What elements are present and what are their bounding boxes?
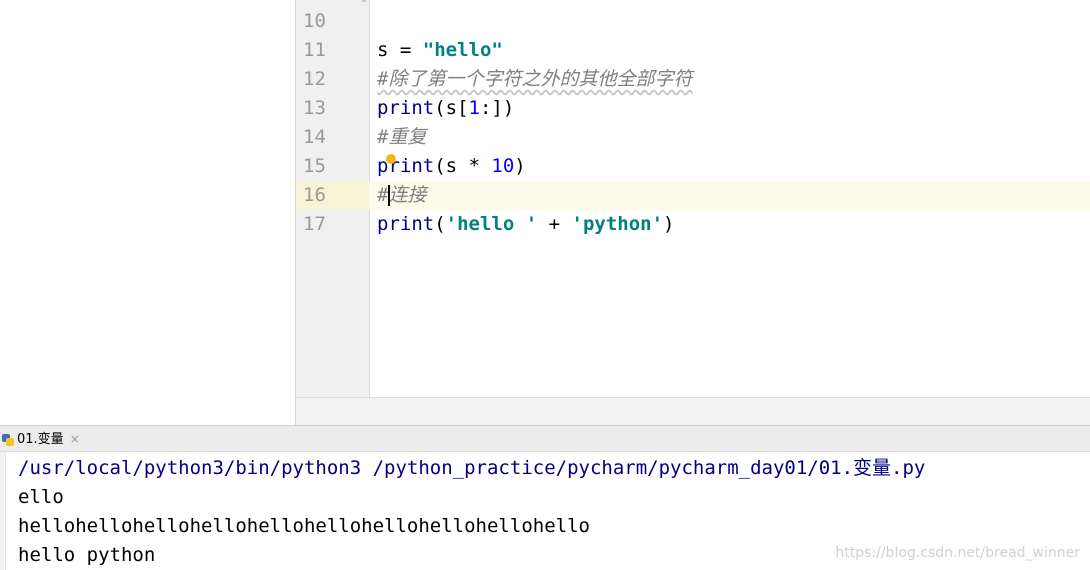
text-cursor (388, 185, 390, 206)
code-line-15[interactable]: 15 print(s * 10) (296, 152, 1090, 181)
console-output-line: ello (18, 486, 64, 508)
line-number: 10 (303, 10, 326, 32)
console-output-line: hellohellohellohellohellohellohellohello… (18, 515, 590, 537)
code-line-16[interactable]: 16 #连接 (296, 181, 1090, 210)
line-number: 12 (303, 68, 326, 90)
console-toolbar-strip (0, 452, 6, 570)
run-tool-window-tabs: 01.变量 × (0, 425, 1090, 452)
comment-text: #重复 (377, 126, 427, 148)
code-line-11[interactable]: 11 s = "hello" (296, 36, 1090, 65)
line-number: 15 (303, 155, 326, 177)
code-text: print(s[1:]) (377, 97, 515, 119)
code-text: s = "hello" (377, 39, 503, 61)
project-panel[interactable] (0, 0, 296, 425)
comment-text: #连接 (377, 184, 427, 206)
code-line-14[interactable]: 14 #重复 (296, 123, 1090, 152)
python-file-icon (2, 433, 14, 446)
code-line-13[interactable]: 13 print(s[1:]) (296, 94, 1090, 123)
line-number: 17 (303, 213, 326, 235)
line-number: 13 (303, 97, 326, 119)
code-line-17[interactable]: 17 print('hello ' + 'python') (296, 210, 1090, 239)
run-console[interactable]: /usr/local/python3/bin/python3 /python_p… (0, 452, 1090, 570)
fold-marker[interactable] (362, 0, 366, 2)
editor-breadcrumb-bar (296, 397, 1090, 425)
code-text: print(s * 10) (377, 155, 526, 177)
line-number: 14 (303, 126, 326, 148)
lightbulb-icon[interactable] (386, 154, 396, 164)
console-command-line: /usr/local/python3/bin/python3 /python_p… (18, 457, 926, 479)
comment-text: #除了第一个字符之外的其他全部字符 (377, 68, 693, 90)
run-tab-01[interactable]: 01.变量 × (0, 426, 86, 452)
run-tab-label: 01.变量 (17, 432, 64, 447)
watermark-text: https://blog.csdn.net/bread_winner (835, 545, 1080, 561)
code-line-12[interactable]: 12 #除了第一个字符之外的其他全部字符 (296, 65, 1090, 94)
line-number: 16 (296, 181, 369, 210)
console-output-line: hello python (18, 544, 156, 566)
close-icon[interactable]: × (70, 432, 80, 446)
line-number: 11 (303, 39, 326, 61)
code-line-10[interactable]: 10 (296, 7, 1090, 36)
code-editor[interactable]: 10 11 s = "hello" 12 #除了第一个字符之外的其他全部字符 1… (296, 0, 1090, 397)
code-text: print('hello ' + 'python') (377, 213, 675, 235)
